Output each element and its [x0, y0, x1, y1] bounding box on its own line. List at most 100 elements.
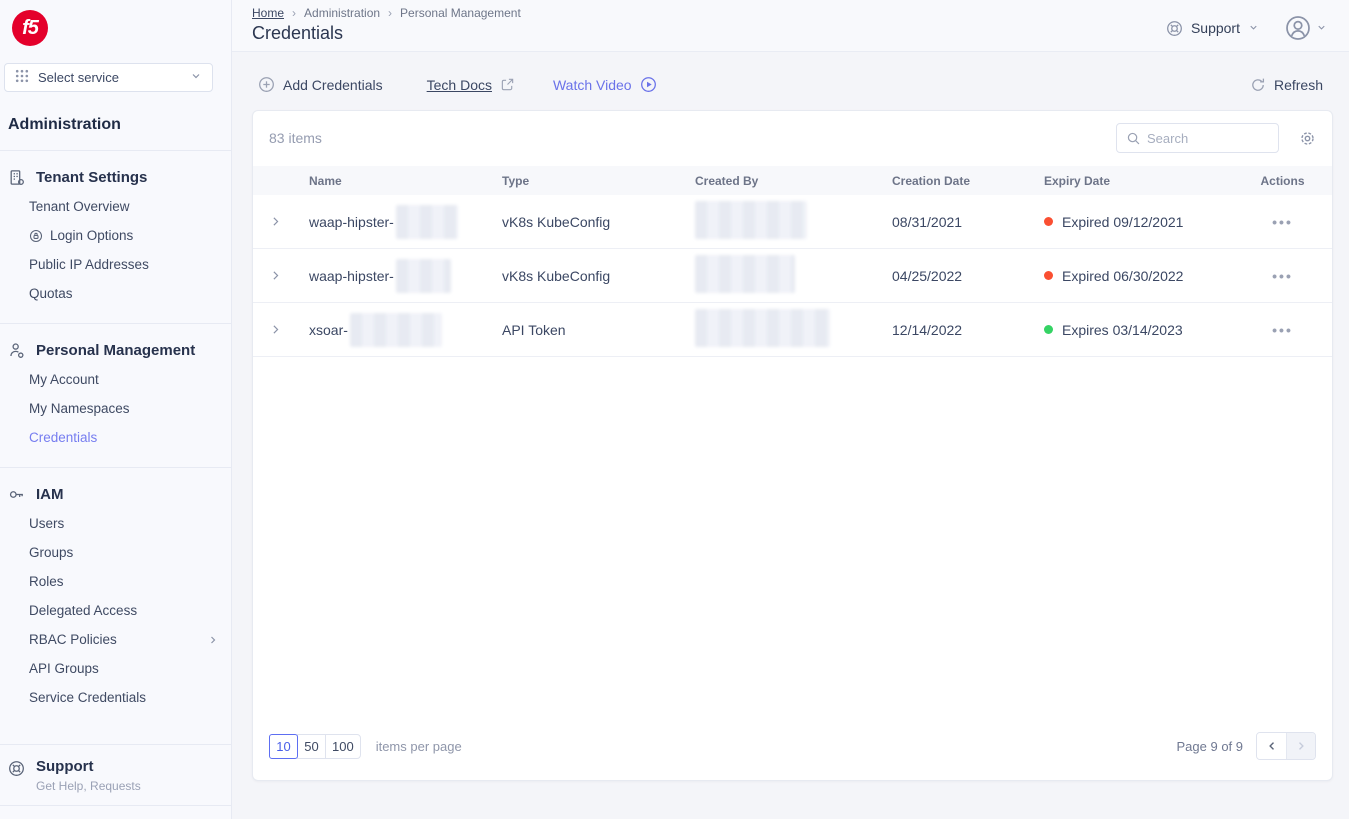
sidebar-item-my-account[interactable]: My Account	[0, 365, 231, 394]
plus-circle-icon	[258, 76, 275, 93]
sidebar-title: Administration	[8, 116, 121, 133]
table-toolbar: 83 items	[253, 111, 1332, 166]
row-actions-menu[interactable]: •••	[1249, 268, 1316, 284]
sidebar-item-public-ip-addresses[interactable]: Public IP Addresses	[0, 250, 231, 279]
column-header-expiry-date: Expiry Date	[1044, 173, 1111, 188]
search-box[interactable]	[1116, 123, 1279, 153]
add-credentials-button[interactable]: Add Credentials	[258, 76, 383, 93]
grid-icon	[15, 69, 29, 86]
main-area: Home › Administration › Personal Managem…	[232, 0, 1349, 819]
breadcrumb: Home › Administration › Personal Managem…	[252, 4, 521, 20]
select-service-dropdown[interactable]: Select service	[4, 63, 213, 92]
items-count: 83 items	[269, 130, 322, 146]
page-size-50-button[interactable]: 50	[297, 733, 326, 759]
sidebar-item-login-options[interactable]: Login Options	[0, 221, 231, 250]
sidebar-item-api-groups[interactable]: API Groups	[0, 654, 231, 683]
sidebar-item-label: Credentials	[29, 430, 98, 445]
support-subtitle: Get Help, Requests	[36, 779, 141, 793]
tech-docs-label: Tech Docs	[426, 76, 492, 93]
credential-type: API Token	[502, 321, 566, 338]
page-title: Credentials	[252, 23, 344, 43]
chevron-right-icon	[207, 634, 219, 646]
watch-video-label: Watch Video	[552, 76, 632, 93]
sidebar-header-personal-management[interactable]: Personal Management	[0, 337, 231, 365]
row-actions-menu[interactable]: •••	[1249, 322, 1316, 338]
sidebar-item-roles[interactable]: Roles	[0, 567, 231, 596]
credential-created-by	[695, 255, 892, 296]
table-row: waap-hipster- vK8s KubeConfig 08/31/2021…	[253, 195, 1332, 249]
expiry-text: Expires 03/14/2023	[1062, 321, 1183, 338]
breadcrumb-personal-management: Personal Management	[400, 6, 521, 20]
header-support-label: Support	[1190, 20, 1240, 36]
sidebar-item-rbac-policies[interactable]: RBAC Policies	[0, 625, 231, 654]
sidebar-item-label: Service Credentials	[29, 690, 147, 705]
refresh-button[interactable]: Refresh	[1250, 77, 1323, 93]
sidebar-item-quotas[interactable]: Quotas	[0, 279, 231, 308]
next-page-button[interactable]	[1286, 733, 1315, 759]
gear-icon[interactable]	[1299, 130, 1316, 147]
credential-name: xsoar-	[309, 312, 502, 347]
sidebar-item-users[interactable]: Users	[0, 509, 231, 538]
page-info: Page 9 of 9	[1176, 738, 1244, 754]
f5-logo-text: f5	[22, 16, 39, 39]
expiry-text: Expired 09/12/2021	[1062, 213, 1184, 230]
f5-logo[interactable]: f5	[12, 10, 48, 46]
tech-docs-link[interactable]: Tech Docs	[427, 77, 515, 93]
breadcrumb-separator: ›	[388, 6, 393, 20]
header-support-menu[interactable]: Support	[1166, 20, 1259, 37]
lock-circle-icon	[29, 229, 43, 243]
sidebar-group-personal-management: Personal Management My Account My Namesp…	[0, 323, 231, 467]
sidebar-item-label: My Namespaces	[29, 401, 130, 416]
search-input[interactable]	[1147, 130, 1269, 146]
lifebuoy-icon	[8, 760, 25, 793]
redacted-created-by	[695, 309, 830, 347]
sidebar-header-label: IAM	[36, 486, 64, 503]
watch-video-link[interactable]: Watch Video	[553, 76, 657, 93]
credential-type: vK8s KubeConfig	[502, 213, 611, 230]
sidebar-support[interactable]: Support Get Help, Requests	[0, 744, 231, 806]
credential-created-by	[695, 201, 892, 242]
sidebar-item-my-namespaces[interactable]: My Namespaces	[0, 394, 231, 423]
row-expander-icon[interactable]	[269, 215, 309, 228]
sidebar-item-service-credentials[interactable]: Service Credentials	[0, 683, 231, 712]
table-toolbar-right	[1116, 123, 1316, 153]
breadcrumb-administration: Administration	[304, 6, 381, 20]
sidebar: f5 Select service Administration Tenant …	[0, 0, 232, 819]
page-size-10-button[interactable]: 10	[269, 733, 298, 759]
external-link-icon	[500, 77, 515, 92]
breadcrumb-home-link[interactable]: Home	[252, 6, 284, 20]
previous-page-button[interactable]	[1257, 733, 1286, 759]
column-header-creation-date: Creation Date	[892, 173, 971, 188]
credential-expiry: Expired 06/30/2022	[1044, 268, 1249, 284]
page-nav-group	[1256, 732, 1316, 760]
sidebar-item-delegated-access[interactable]: Delegated Access	[0, 596, 231, 625]
sidebar-item-label: My Account	[29, 372, 99, 387]
sidebar-header-iam[interactable]: IAM	[0, 481, 231, 509]
redacted-created-by	[695, 201, 807, 239]
sidebar-item-credentials[interactable]: Credentials	[0, 423, 231, 452]
page-size-group: 10 50 100	[269, 733, 361, 759]
status-dot	[1044, 325, 1053, 334]
row-expander-icon[interactable]	[269, 269, 309, 282]
refresh-icon	[1250, 77, 1266, 93]
sidebar-header-tenant-settings[interactable]: Tenant Settings	[0, 164, 231, 192]
column-header-created-by: Created By	[695, 173, 759, 188]
column-header-actions: Actions	[1260, 173, 1305, 188]
sidebar-item-tenant-overview[interactable]: Tenant Overview	[0, 192, 231, 221]
row-actions-menu[interactable]: •••	[1249, 214, 1316, 230]
table-row: waap-hipster- vK8s KubeConfig 04/25/2022…	[253, 249, 1332, 303]
row-expander-icon[interactable]	[269, 323, 309, 336]
header-right: Support	[1166, 13, 1327, 43]
add-credentials-label: Add Credentials	[283, 76, 383, 93]
avatar-icon	[1285, 15, 1311, 41]
page-size-100-button[interactable]: 100	[325, 733, 361, 759]
sidebar-item-groups[interactable]: Groups	[0, 538, 231, 567]
header-user-menu[interactable]	[1285, 15, 1327, 41]
sidebar-item-label: Roles	[29, 574, 64, 589]
sidebar-group-tenant-settings: Tenant Settings Tenant Overview Login Op…	[0, 150, 231, 323]
redacted-name	[349, 312, 442, 347]
status-dot	[1044, 217, 1053, 226]
credential-name: waap-hipster-	[309, 204, 502, 239]
credential-name-text: waap-hipster-	[309, 213, 394, 230]
refresh-label: Refresh	[1273, 76, 1323, 93]
